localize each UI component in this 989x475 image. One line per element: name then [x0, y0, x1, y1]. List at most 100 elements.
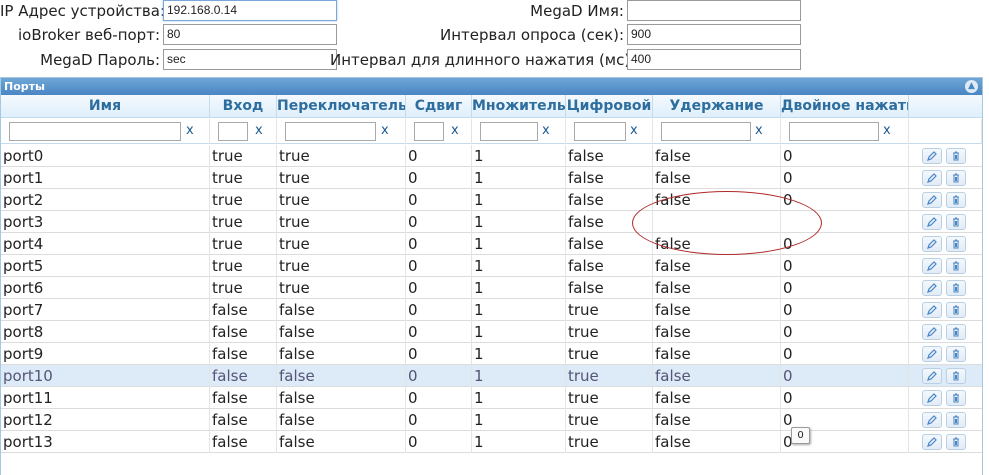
- cell-shift[interactable]: 0: [406, 431, 472, 453]
- cell-name[interactable]: port2: [1, 189, 210, 211]
- cell-multiplier[interactable]: 1: [472, 343, 566, 365]
- cell-digital[interactable]: false: [566, 167, 653, 189]
- cell-multiplier[interactable]: 1: [472, 255, 566, 277]
- edit-icon[interactable]: [922, 390, 942, 406]
- cell-digital[interactable]: true: [566, 299, 653, 321]
- cell-multiplier[interactable]: 1: [472, 409, 566, 431]
- cell-digital[interactable]: true: [566, 409, 653, 431]
- column-header-multiplier[interactable]: Множитель: [472, 95, 566, 118]
- cell-input[interactable]: true: [210, 277, 277, 299]
- column-header-switch[interactable]: Переключатель: [277, 95, 406, 118]
- cell-name[interactable]: port7: [1, 299, 210, 321]
- cell-hold[interactable]: false: [653, 409, 781, 431]
- cell-double-press[interactable]: 0: [781, 189, 909, 211]
- filter-input-switch[interactable]: [285, 122, 376, 141]
- cell-shift[interactable]: 0: [406, 189, 472, 211]
- password-input[interactable]: sec: [163, 49, 337, 70]
- filter-input-double-press[interactable]: [789, 122, 879, 141]
- cell-shift[interactable]: 0: [406, 255, 472, 277]
- table-row[interactable]: port2 true true 0 1 false false 0: [1, 189, 982, 211]
- cell-multiplier[interactable]: 1: [472, 189, 566, 211]
- cell-multiplier[interactable]: 1: [472, 145, 566, 167]
- cell-switch[interactable]: false: [277, 409, 406, 431]
- delete-icon[interactable]: [946, 192, 966, 208]
- edit-icon[interactable]: [922, 434, 942, 450]
- cell-hold[interactable]: false: [653, 365, 781, 387]
- cell-input[interactable]: true: [210, 167, 277, 189]
- cell-hold[interactable]: false: [653, 167, 781, 189]
- table-row[interactable]: port6 true true 0 1 false false 0: [1, 277, 982, 299]
- cell-multiplier[interactable]: 1: [472, 365, 566, 387]
- clear-filter-button[interactable]: x: [755, 123, 763, 139]
- cell-digital[interactable]: false: [566, 277, 653, 299]
- table-row[interactable]: port0 true true 0 1 false false 0: [1, 145, 982, 167]
- poll-interval-input[interactable]: 900: [627, 24, 801, 45]
- cell-double-press[interactable]: 0: [781, 299, 909, 321]
- cell-digital[interactable]: true: [566, 343, 653, 365]
- cell-name[interactable]: port9: [1, 343, 210, 365]
- cell-shift[interactable]: 0: [406, 387, 472, 409]
- edit-icon[interactable]: [922, 280, 942, 296]
- cell-shift[interactable]: 0: [406, 321, 472, 343]
- cell-switch[interactable]: false: [277, 299, 406, 321]
- cell-input[interactable]: true: [210, 233, 277, 255]
- cell-name[interactable]: port13: [1, 431, 210, 453]
- cell-switch[interactable]: true: [277, 167, 406, 189]
- cell-hold[interactable]: false: [653, 189, 781, 211]
- cell-input[interactable]: false: [210, 321, 277, 343]
- cell-switch[interactable]: true: [277, 145, 406, 167]
- cell-input[interactable]: true: [210, 189, 277, 211]
- table-row[interactable]: port1 true true 0 1 false false 0: [1, 167, 982, 189]
- cell-hold[interactable]: false: [653, 299, 781, 321]
- delete-icon[interactable]: [946, 236, 966, 252]
- cell-digital[interactable]: false: [566, 233, 653, 255]
- filter-input-hold[interactable]: [661, 122, 751, 141]
- cell-multiplier[interactable]: 1: [472, 431, 566, 453]
- cell-switch[interactable]: true: [277, 233, 406, 255]
- cell-double-press[interactable]: 0: [781, 145, 909, 167]
- edit-icon[interactable]: [922, 214, 942, 230]
- cell-switch[interactable]: false: [277, 431, 406, 453]
- filter-input-multiplier[interactable]: [480, 122, 538, 141]
- cell-name[interactable]: port4: [1, 233, 210, 255]
- cell-shift[interactable]: 0: [406, 409, 472, 431]
- cell-hold[interactable]: false: [653, 255, 781, 277]
- filter-input-digital[interactable]: [574, 122, 626, 141]
- cell-input[interactable]: false: [210, 299, 277, 321]
- filter-input-shift[interactable]: [414, 122, 444, 141]
- cell-shift[interactable]: 0: [406, 277, 472, 299]
- cell-switch[interactable]: false: [277, 365, 406, 387]
- cell-input[interactable]: true: [210, 145, 277, 167]
- cell-input[interactable]: false: [210, 365, 277, 387]
- delete-icon[interactable]: [946, 214, 966, 230]
- cell-digital[interactable]: false: [566, 255, 653, 277]
- delete-icon[interactable]: [946, 346, 966, 362]
- cell-double-press[interactable]: 0: [781, 321, 909, 343]
- cell-switch[interactable]: false: [277, 321, 406, 343]
- cell-input[interactable]: false: [210, 387, 277, 409]
- cell-multiplier[interactable]: 1: [472, 299, 566, 321]
- column-header-name[interactable]: Имя: [1, 95, 210, 118]
- filter-input-input[interactable]: [218, 122, 248, 141]
- cell-name[interactable]: port1: [1, 167, 210, 189]
- cell-double-press[interactable]: [781, 211, 909, 233]
- cell-hold[interactable]: false: [653, 277, 781, 299]
- cell-multiplier[interactable]: 1: [472, 233, 566, 255]
- cell-multiplier[interactable]: 1: [472, 277, 566, 299]
- delete-icon[interactable]: [946, 324, 966, 340]
- table-row[interactable]: port8 false false 0 1 true false 0: [1, 321, 982, 343]
- cell-name[interactable]: port6: [1, 277, 210, 299]
- cell-name[interactable]: port11: [1, 387, 210, 409]
- delete-icon[interactable]: [946, 148, 966, 164]
- clear-filter-button[interactable]: x: [630, 123, 638, 139]
- megad-name-input[interactable]: [627, 0, 801, 21]
- cell-hold[interactable]: false: [653, 233, 781, 255]
- clear-filter-button[interactable]: x: [451, 123, 459, 139]
- cell-hold[interactable]: false: [653, 431, 781, 453]
- delete-icon[interactable]: [946, 390, 966, 406]
- long-press-input[interactable]: 400: [627, 49, 801, 70]
- cell-multiplier[interactable]: 1: [472, 321, 566, 343]
- column-header-hold[interactable]: Удержание: [653, 95, 781, 118]
- table-row[interactable]: port13 false false 0 1 true false 0: [1, 431, 982, 453]
- cell-name[interactable]: port8: [1, 321, 210, 343]
